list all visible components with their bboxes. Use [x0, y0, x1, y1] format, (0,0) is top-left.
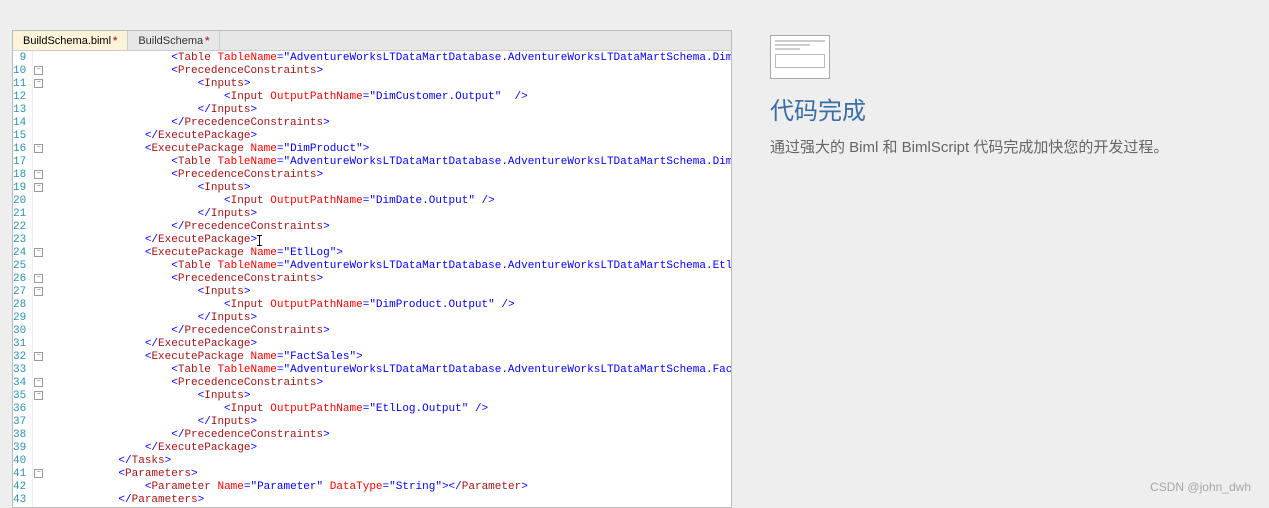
code-line[interactable]: <Input OutputPathName="DimDate.Output" /…: [39, 195, 731, 208]
fold-toggle-icon[interactable]: −: [34, 469, 43, 478]
fold-toggle-icon[interactable]: −: [34, 352, 43, 361]
code-line[interactable]: <Input OutputPathName="DimCustomer.Outpu…: [39, 91, 731, 104]
code-line[interactable]: <Inputs>: [39, 78, 731, 91]
code-line[interactable]: </Inputs>: [39, 312, 731, 325]
tab-buildschema-biml[interactable]: BuildSchema.biml*: [13, 31, 128, 50]
side-description: 通过强大的 Biml 和 BimlScript 代码完成加快您的开发过程。: [770, 136, 1260, 157]
code-line[interactable]: <Inputs>: [39, 182, 731, 195]
code-line[interactable]: <Parameters>: [39, 468, 731, 481]
code-line[interactable]: <ExecutePackage Name="FactSales">: [39, 351, 731, 364]
fold-toggle-icon[interactable]: −: [34, 66, 43, 75]
tab-dirty-marker: *: [205, 35, 209, 47]
code-area[interactable]: 9101112131415161718192021222324252627282…: [13, 51, 731, 507]
code-line[interactable]: <PrecedenceConstraints>: [39, 377, 731, 390]
code-line[interactable]: </PrecedenceConstraints>: [39, 221, 731, 234]
code-line[interactable]: </Parameters>: [39, 494, 731, 507]
code-line[interactable]: </PrecedenceConstraints>: [39, 117, 731, 130]
code-line[interactable]: <Table TableName="AdventureWorksLTDataMa…: [39, 52, 731, 65]
fold-toggle-icon[interactable]: −: [34, 274, 43, 283]
code-line[interactable]: </ExecutePackage>: [39, 442, 731, 455]
tab-bar: BuildSchema.biml* BuildSchema*: [13, 31, 731, 51]
fold-toggle-icon[interactable]: −: [34, 144, 43, 153]
fold-toggle-icon[interactable]: −: [34, 378, 43, 387]
tab-label: BuildSchema.biml: [23, 35, 111, 47]
fold-toggle-icon[interactable]: −: [34, 183, 43, 192]
tab-dirty-marker: *: [113, 35, 117, 47]
code-content[interactable]: <Table TableName="AdventureWorksLTDataMa…: [33, 51, 731, 507]
side-panel: 代码完成 通过强大的 Biml 和 BimlScript 代码完成加快您的开发过…: [770, 35, 1260, 157]
code-line[interactable]: <PrecedenceConstraints>: [39, 65, 731, 78]
code-line[interactable]: <Inputs>: [39, 390, 731, 403]
code-line[interactable]: </PrecedenceConstraints>: [39, 429, 731, 442]
code-line[interactable]: <PrecedenceConstraints>: [39, 169, 731, 182]
fold-toggle-icon[interactable]: −: [34, 170, 43, 179]
code-line[interactable]: </Inputs>: [39, 104, 731, 117]
watermark: CSDN @john_dwh: [1150, 480, 1251, 494]
code-line[interactable]: <Input OutputPathName="EtlLog.Output" />: [39, 403, 731, 416]
code-line[interactable]: <Table TableName="AdventureWorksLTDataMa…: [39, 364, 731, 377]
code-line[interactable]: </Tasks>: [39, 455, 731, 468]
code-line[interactable]: <Input OutputPathName="DimProduct.Output…: [39, 299, 731, 312]
code-line[interactable]: <Inputs>: [39, 286, 731, 299]
code-line[interactable]: <Parameter Name="Parameter" DataType="St…: [39, 481, 731, 494]
editor-panel: BuildSchema.biml* BuildSchema* 910111213…: [12, 30, 732, 508]
fold-toggle-icon[interactable]: −: [34, 79, 43, 88]
code-line[interactable]: </ExecutePackage>: [39, 130, 731, 143]
code-line[interactable]: </ExecutePackage>: [39, 338, 731, 351]
fold-toggle-icon[interactable]: −: [34, 248, 43, 257]
code-line[interactable]: <ExecutePackage Name="EtlLog">: [39, 247, 731, 260]
feature-thumbnail: [770, 35, 830, 79]
line-number-gutter: 9101112131415161718192021222324252627282…: [13, 51, 33, 507]
code-line[interactable]: <PrecedenceConstraints>: [39, 273, 731, 286]
side-title: 代码完成: [770, 91, 1260, 126]
tab-buildschema[interactable]: BuildSchema*: [128, 31, 220, 50]
code-line[interactable]: </ExecutePackage>: [39, 234, 731, 247]
code-line[interactable]: </PrecedenceConstraints>: [39, 325, 731, 338]
fold-toggle-icon[interactable]: −: [34, 287, 43, 296]
code-line[interactable]: <ExecutePackage Name="DimProduct">: [39, 143, 731, 156]
code-line[interactable]: </Inputs>: [39, 416, 731, 429]
code-line[interactable]: <Table TableName="AdventureWorksLTDataMa…: [39, 260, 731, 273]
code-line[interactable]: </Inputs>: [39, 208, 731, 221]
tab-label: BuildSchema: [138, 35, 203, 47]
text-cursor: [259, 235, 260, 246]
fold-toggle-icon[interactable]: −: [34, 391, 43, 400]
code-line[interactable]: <Table TableName="AdventureWorksLTDataMa…: [39, 156, 731, 169]
